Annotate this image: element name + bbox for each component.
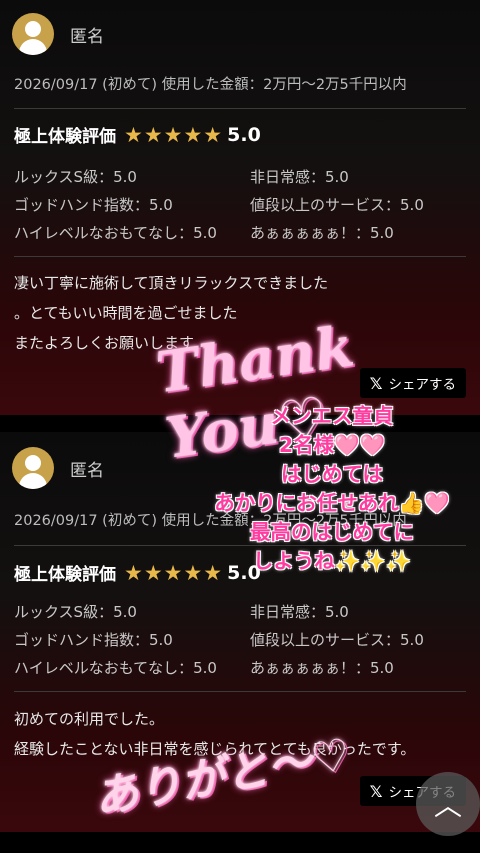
rating-row: 極上体験評価 ★★★★★ 5.0 [14,122,261,148]
criterion-looks: ルックスS級：5.0 [14,168,137,186]
avatar [12,13,54,55]
divider [14,691,466,692]
criterion-godhand: ゴッドハンド指数：5.0 [14,196,173,214]
divider [14,256,466,257]
criterion-aaa: あぁぁぁぁぁ！：5.0 [250,224,394,242]
divider [14,108,466,109]
review-header: 匿名 [12,446,104,490]
rating-row: 極上体験評価 ★★★★★ 5.0 [14,560,261,586]
review-card: 匿名 2026/09/17 (初めて) 使用した金額：2万円〜2万5千円以内 極… [0,0,480,415]
divider [14,545,466,546]
criterion-aaa: あぁぁぁぁぁ！：5.0 [250,659,394,677]
review-comment: 初めての利用でした。 経験したことない非日常を感じられてとても良かったです。 [14,710,416,758]
star-rating-icon: ★★★★★ [124,560,224,585]
rating-score: 5.0 [227,123,261,146]
scroll-to-top-button[interactable]: ︿ [416,772,480,836]
rating-title: 極上体験評価 [14,127,116,147]
rating-score: 5.0 [227,561,261,584]
criterion-looks: ルックスS級：5.0 [14,603,137,621]
chevron-up-icon: ︿ [433,789,462,822]
avatar [12,447,54,489]
review-card: 匿名 2026/09/17 (初めて) 使用した金額：2万円〜2万5千円以内 極… [0,432,480,832]
review-author: 匿名 [70,26,104,47]
criterion-extraordinary: 非日常感：5.0 [250,603,349,621]
x-logo-icon: 𝕏 [369,373,383,393]
share-button[interactable]: 𝕏 シェアする [359,368,466,398]
review-comment: 凄い丁寧に施術して頂きリラックスできました 。とてもいい時間を過ごせました また… [14,274,329,352]
criterion-hospitality: ハイレベルなおもてなし：5.0 [14,224,217,242]
criterion-godhand: ゴッドハンド指数：5.0 [14,631,173,649]
share-label: シェアする [388,377,457,393]
rating-title: 極上体験評価 [14,565,116,585]
criterion-value: 値段以上のサービス：5.0 [250,196,424,214]
review-header: 匿名 [12,12,104,56]
criterion-extraordinary: 非日常感：5.0 [250,168,349,186]
review-meta: 2026/09/17 (初めて) 使用した金額：2万円〜2万5千円以内 [14,77,407,93]
review-meta: 2026/09/17 (初めて) 使用した金額：2万円〜2万5千円以内 [14,513,407,529]
x-logo-icon: 𝕏 [369,781,383,801]
review-author: 匿名 [70,460,104,481]
criterion-hospitality: ハイレベルなおもてなし：5.0 [14,659,217,677]
criterion-value: 値段以上のサービス：5.0 [250,631,424,649]
star-rating-icon: ★★★★★ [124,122,224,147]
